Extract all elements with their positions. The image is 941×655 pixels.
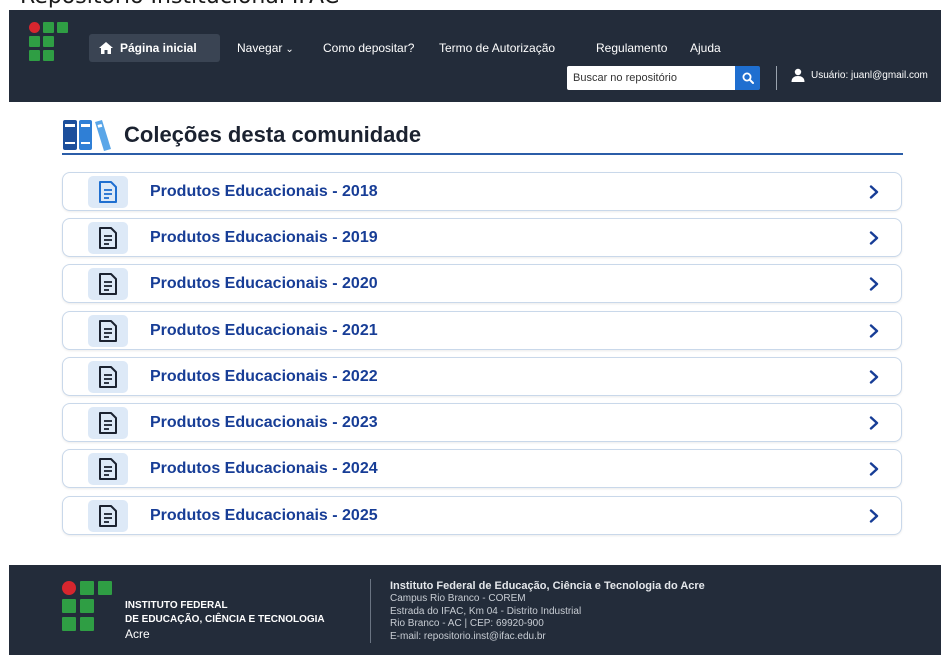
collection-icon-box [88,315,128,347]
chevron-right-icon [869,324,879,338]
chevron-right-icon [869,231,879,245]
document-icon [99,505,117,527]
chevron-down-icon: ⌄ [285,44,294,55]
collection-item[interactable]: Produtos Educacionais - 2019 [62,218,902,257]
document-icon [99,181,117,203]
footer-city-cep: Rio Branco - AC | CEP: 69920-900 [390,618,544,629]
document-icon [99,458,117,480]
collection-title: Produtos Educacionais - 2021 [150,322,378,339]
caption-text: Repositório Institucional IFAC [20,0,339,9]
document-icon [99,366,117,388]
chevron-right-icon [869,185,879,199]
collection-item[interactable]: Produtos Educacionais - 2023 [62,403,902,442]
collection-item[interactable]: Produtos Educacionais - 2022 [62,357,902,396]
document-icon [99,320,117,342]
collection-item[interactable]: Produtos Educacionais - 2021 [62,311,902,350]
collection-icon-box [88,407,128,439]
section-title: Coleções desta comunidade [124,122,422,147]
footer-divider [370,579,371,643]
collection-icon-box [88,500,128,532]
nav-regulamento[interactable]: Regulamento [596,41,667,55]
footer-org-line3: Acre [125,627,150,641]
home-icon [99,42,113,54]
search-button[interactable] [735,66,760,90]
collection-title: Produtos Educacionais - 2024 [150,460,378,477]
navbar-divider [776,66,777,90]
chevron-right-icon [869,416,879,430]
nav-como-depositar[interactable]: Como depositar? [323,41,414,55]
footer-org-name: INSTITUTO FEDERAL DE EDUCAÇÃO, CIÊNCIA E… [125,599,325,642]
nav-home-button[interactable]: Página inicial [89,34,220,62]
search-icon [742,72,754,84]
collection-title: Produtos Educacionais - 2022 [150,368,378,385]
collection-title: Produtos Educacionais - 2020 [150,275,378,292]
site-footer: INSTITUTO FEDERAL DE EDUCAÇÃO, CIÊNCIA E… [9,565,941,655]
collection-icon-box [88,453,128,485]
footer-ifac-logo [62,581,114,641]
footer-institution-name: Instituto Federal de Educação, Ciência e… [390,580,705,592]
footer-email[interactable]: E-mail: repositorio.inst@ifac.edu.br [390,631,705,644]
collection-icon-box [88,222,128,254]
search-input[interactable] [567,66,735,90]
collection-title: Produtos Educacionais - 2025 [150,507,378,524]
user-icon [791,68,805,82]
collection-item[interactable]: Produtos Educacionais - 2025 [62,496,902,535]
books-icon [63,120,111,151]
document-icon [99,227,117,249]
footer-contact-info: Instituto Federal de Educação, Ciência e… [390,580,705,643]
nav-home-label: Página inicial [120,41,197,55]
footer-campus: Campus Rio Branco - COREM [390,593,526,604]
footer-org-line1: INSTITUTO FEDERAL [125,600,228,611]
user-label: Usuário: juanl@gmail.com [811,69,928,81]
collection-title: Produtos Educacionais - 2019 [150,229,378,246]
collection-item[interactable]: Produtos Educacionais - 2018 [62,172,902,211]
top-navbar: Página inicial Navegar ⌄ Como depositar? … [9,10,941,102]
chevron-right-icon [869,509,879,523]
collection-icon-box [88,361,128,393]
document-icon [99,412,117,434]
nav-navegar-dropdown[interactable]: Navegar ⌄ [237,41,294,55]
chevron-right-icon [869,462,879,476]
footer-org-line2: DE EDUCAÇÃO, CIÊNCIA E TECNOLOGIA [125,614,325,625]
collection-icon-box [88,176,128,208]
section-header: Coleções desta comunidade [62,118,421,152]
collection-item[interactable]: Produtos Educacionais - 2020 [62,264,902,303]
page-caption: Repositório Institucional IFAC [0,0,941,10]
ifac-logo[interactable] [29,22,69,68]
collection-title: Produtos Educacionais - 2018 [150,183,378,200]
nav-navegar-label: Navegar [237,41,283,55]
footer-address: Estrada do IFAC, Km 04 - Distrito Indust… [390,605,582,617]
collection-title: Produtos Educacionais - 2023 [150,414,378,431]
chevron-right-icon [869,277,879,291]
chevron-right-icon [869,370,879,384]
collection-item[interactable]: Produtos Educacionais - 2024 [62,449,902,488]
user-menu[interactable]: Usuário: juanl@gmail.com [791,68,928,82]
section-divider [62,153,903,155]
document-icon [99,273,117,295]
collection-icon-box [88,268,128,300]
nav-ajuda[interactable]: Ajuda [690,41,721,55]
nav-termo-autorizacao[interactable]: Termo de Autorização [439,41,555,55]
